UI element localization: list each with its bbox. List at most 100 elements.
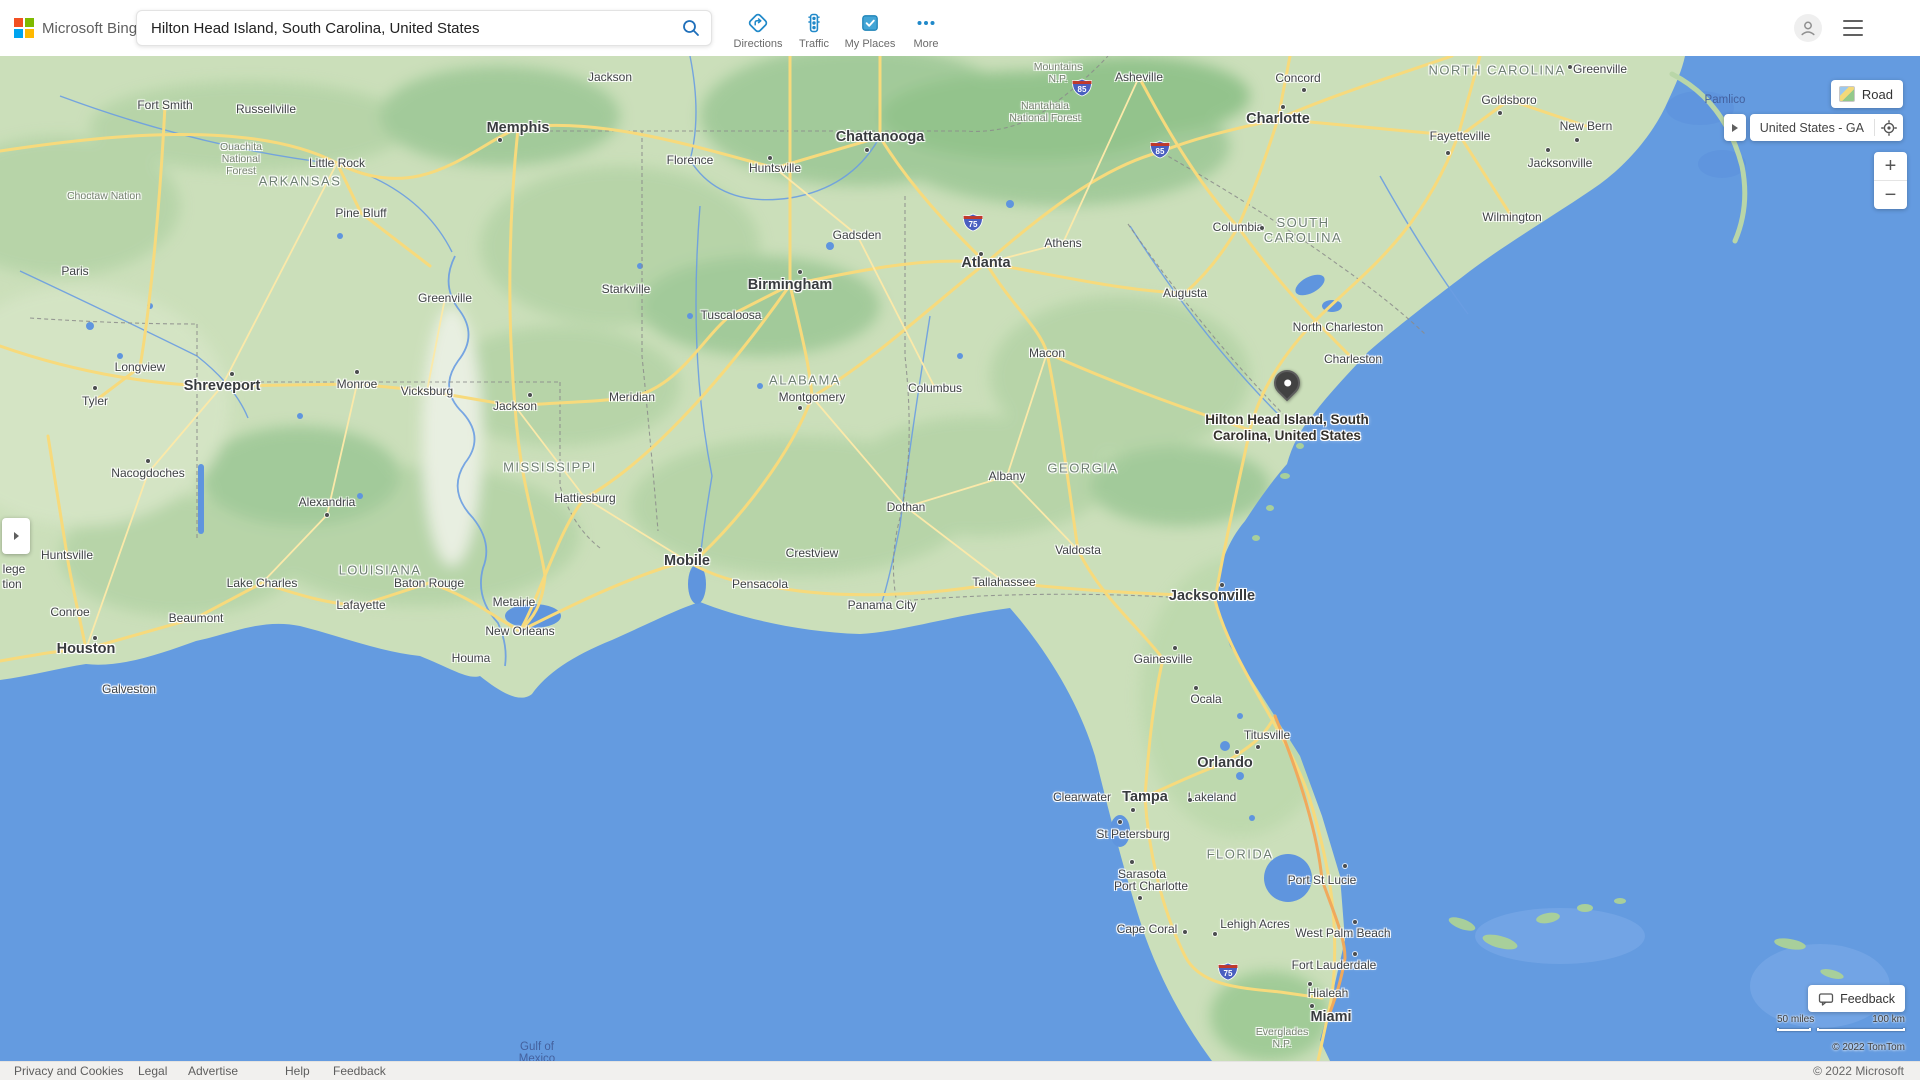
city-dot — [1575, 138, 1579, 142]
city-dot — [230, 372, 234, 376]
zoom-out-button[interactable]: − — [1874, 181, 1907, 209]
scale-km-bar — [1817, 1028, 1905, 1031]
map-canvas[interactable]: ARKANSASNORTH CAROLINASOUTH CAROLINAGEOR… — [0, 56, 1920, 1061]
more-dots-icon — [914, 11, 938, 35]
city-dot — [1281, 105, 1285, 109]
footer-link-privacy[interactable]: Privacy and Cookies — [14, 1064, 123, 1078]
map-label-st-petersburg: St Petersburg — [1096, 827, 1169, 841]
map-label-florence: Florence — [667, 153, 714, 167]
svg-text:75: 75 — [1224, 969, 1233, 978]
map-label-tuscaloosa: Tuscaloosa — [701, 308, 762, 322]
map-label-fort-lauderdale: Fort Lauderdale — [1292, 958, 1377, 972]
map-label-jackson: Jackson — [588, 70, 632, 84]
region-selector-label[interactable]: United States - GA — [1750, 121, 1874, 135]
region-collapse-button[interactable] — [1724, 114, 1746, 141]
map-label-alexandria: Alexandria — [299, 495, 356, 509]
region-selector[interactable]: United States - GA — [1750, 114, 1903, 141]
search-box[interactable] — [136, 10, 712, 46]
city-dot — [528, 393, 532, 397]
map-label-albany: Albany — [989, 469, 1026, 483]
map-label-florida: FLORIDA — [1207, 847, 1274, 862]
map-toolbar: Directions Traffic My Places More — [730, 0, 954, 56]
map-label-greenville: Greenville — [1573, 62, 1627, 76]
footer-link-advertise[interactable]: Advertise — [188, 1064, 238, 1078]
map-label-clearwater: Clearwater — [1053, 790, 1111, 804]
map-label-charleston: Charleston — [1324, 352, 1382, 366]
map-label-arkansas: ARKANSAS — [259, 174, 342, 189]
city-dot — [1130, 860, 1134, 864]
map-label-pine-bluff: Pine Bluff — [335, 206, 386, 220]
map-label-hialeah: Hialeah — [1308, 986, 1349, 1000]
map-label-longview: Longview — [115, 360, 166, 374]
toolbar-label: Directions — [734, 38, 783, 50]
city-dot — [1343, 864, 1347, 868]
map-label-russellville: Russellville — [236, 102, 296, 116]
person-icon — [1796, 16, 1820, 40]
chevron-right-icon — [14, 532, 19, 540]
search-button[interactable] — [671, 11, 711, 45]
my-places-icon — [858, 11, 882, 35]
account-button[interactable] — [1794, 14, 1822, 42]
city-dot — [1546, 148, 1550, 152]
footer-link-help[interactable]: Help — [285, 1064, 310, 1078]
city-dot — [1131, 808, 1135, 812]
svg-text:85: 85 — [1156, 147, 1165, 156]
city-dot — [1183, 930, 1187, 934]
city-dot — [1498, 111, 1502, 115]
map-label-tyler: Tyler — [82, 394, 108, 408]
locate-me-button[interactable] — [1875, 114, 1903, 141]
scale-km-label: 100 km — [1872, 1014, 1905, 1025]
toolbar-my-places[interactable]: My Places — [842, 0, 898, 56]
map-style-label: Road — [1862, 87, 1893, 102]
footer-copyright: © 2022 Microsoft — [1813, 1064, 1904, 1078]
toolbar-more[interactable]: More — [898, 0, 954, 56]
map-label-jackson: Jackson — [493, 399, 537, 413]
city-dot — [798, 270, 802, 274]
footer-link-feedback[interactable]: Feedback — [333, 1064, 386, 1078]
footer-link-legal[interactable]: Legal — [138, 1064, 167, 1078]
map-label-little-rock: Little Rock — [309, 156, 365, 170]
map-style-button[interactable]: Road — [1831, 80, 1903, 108]
map-label-port-charlotte: Port Charlotte — [1114, 879, 1188, 893]
top-header: Microsoft Bing Directions Traffic My Pla… — [0, 0, 1920, 56]
map-label-charlotte: Charlotte — [1246, 111, 1310, 127]
map-label-port-st-lucie: Port St Lucie — [1288, 873, 1357, 887]
map-label-new-bern: New Bern — [1560, 119, 1613, 133]
zoom-in-button[interactable]: + — [1874, 152, 1907, 180]
map-label-ouachita-national-forest: Ouachita National Forest — [220, 141, 262, 177]
city-dot — [325, 513, 329, 517]
search-input[interactable] — [137, 20, 671, 37]
interstate-shield-75: 75 — [963, 213, 984, 237]
svg-text:85: 85 — [1078, 85, 1087, 94]
locate-icon — [1880, 119, 1898, 137]
map-label-birmingham: Birmingham — [748, 277, 833, 293]
map-label-lege: lege — [3, 562, 26, 576]
map-label-metairie: Metairie — [493, 595, 536, 609]
map-label-huntsville: Huntsville — [749, 161, 801, 175]
bing-logo[interactable]: Microsoft Bing — [14, 18, 132, 38]
pin-center-dot — [1282, 378, 1292, 388]
pin-label: Hilton Head Island, South Carolina, Unit… — [1205, 412, 1369, 444]
map-feedback-button[interactable]: Feedback — [1808, 985, 1905, 1012]
expand-panel-tab[interactable] — [2, 518, 30, 554]
city-dot — [93, 386, 97, 390]
map-label-pensacola: Pensacola — [732, 577, 788, 591]
menu-button[interactable] — [1843, 20, 1863, 36]
map-label-lakeland: Lakeland — [1188, 790, 1237, 804]
map-label-conroe: Conroe — [50, 605, 89, 619]
map-label-titusville: Titusville — [1244, 728, 1290, 742]
map-label-galveston: Galveston — [102, 682, 156, 696]
toolbar-traffic[interactable]: Traffic — [786, 0, 842, 56]
map-label-wilmington: Wilmington — [1482, 210, 1541, 224]
map-label-houma: Houma — [452, 651, 491, 665]
feedback-label: Feedback — [1840, 992, 1895, 1006]
map-label-gulf-of-mexico: Gulf of Mexico — [519, 1041, 555, 1061]
map-label-concord: Concord — [1275, 71, 1320, 85]
city-dot — [865, 148, 869, 152]
map-label-lafayette: Lafayette — [336, 598, 385, 612]
city-dot — [1310, 1004, 1314, 1008]
toolbar-directions[interactable]: Directions — [730, 0, 786, 56]
map-label-montgomery: Montgomery — [779, 390, 846, 404]
map-label-athens: Athens — [1044, 236, 1081, 250]
scale-miles-bar — [1777, 1028, 1811, 1031]
